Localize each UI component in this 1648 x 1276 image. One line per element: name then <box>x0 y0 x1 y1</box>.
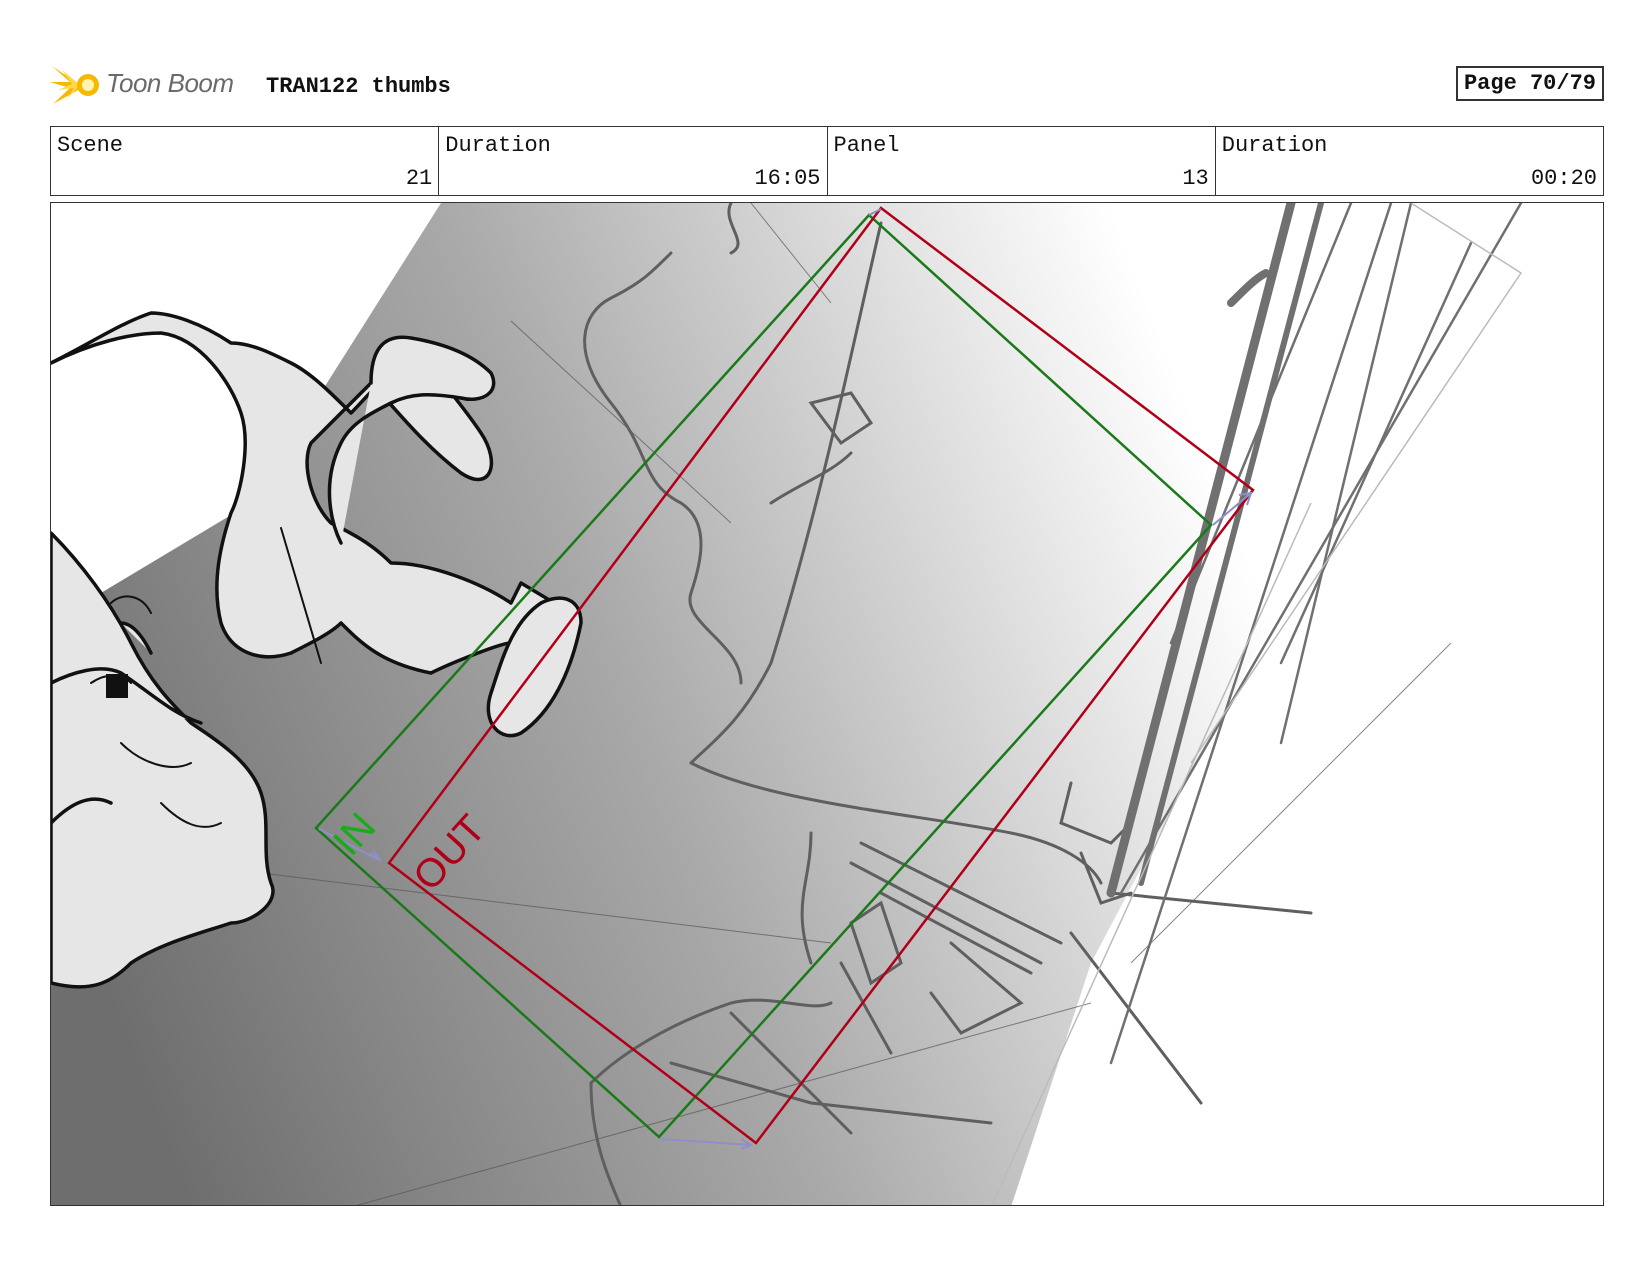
panel-duration-cell: Duration 00:20 <box>1216 127 1603 195</box>
storyboard-header: Toon Boom TRAN122 thumbs Page 70/79 <box>50 58 1604 112</box>
panel-info-table: Scene 21 Duration 16:05 Panel 13 Duratio… <box>50 126 1604 196</box>
panel-drawing: IN OUT <box>51 203 1523 1205</box>
starburst-logo-icon <box>50 66 99 104</box>
scene-label: Scene <box>57 133 124 158</box>
logo-wordmark: Toon Boom <box>106 68 234 98</box>
panel-duration-label: Duration <box>1221 133 1328 158</box>
scene-duration-cell: Duration 16:05 <box>439 127 828 195</box>
scene-value: 21 <box>405 166 433 191</box>
storyboard-panel-image: IN OUT <box>50 202 1604 1206</box>
toon-boom-logo: Toon Boom <box>50 58 250 112</box>
scene-duration-label: Duration <box>445 133 551 158</box>
panel-label: Panel <box>833 133 900 158</box>
scene-cell: Scene 21 <box>51 127 440 195</box>
panel-value: 13 <box>1182 166 1209 191</box>
document-title: TRAN122 thumbs <box>266 74 451 99</box>
panel-duration-value: 00:20 <box>1530 166 1597 191</box>
scene-duration-value: 16:05 <box>754 166 821 191</box>
page-indicator: Page 70/79 <box>1455 66 1604 101</box>
panel-cell: Panel 13 <box>828 127 1216 195</box>
